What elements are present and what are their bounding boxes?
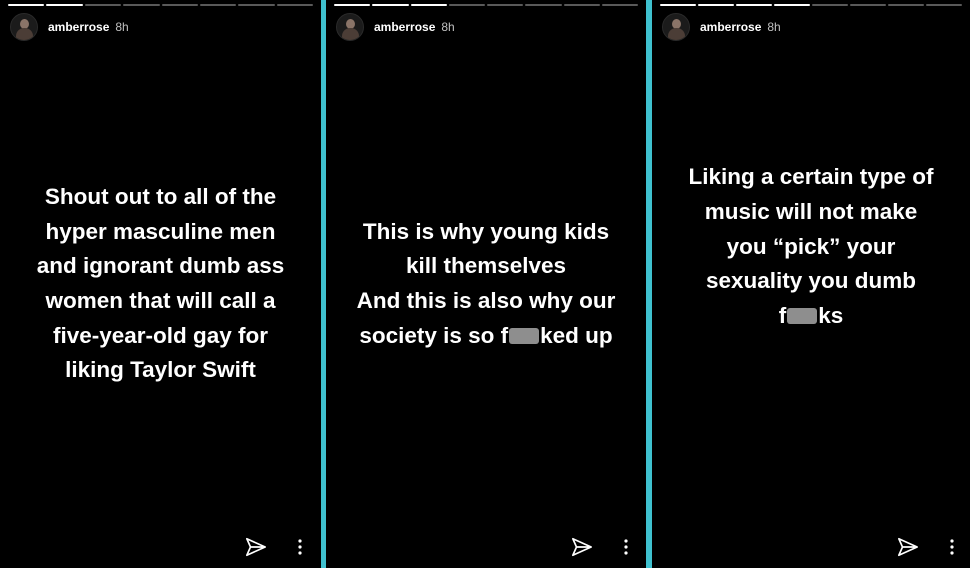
text-line: And this is also why our bbox=[356, 288, 616, 313]
text-line: f ks bbox=[778, 303, 844, 329]
censor-blur bbox=[509, 327, 540, 344]
text-line: women that will call a bbox=[45, 288, 276, 313]
text-line: music will not make bbox=[704, 198, 918, 224]
text-line: Shout out to all of the bbox=[44, 183, 277, 209]
text-line: liking Taylor Swift bbox=[65, 357, 256, 383]
text-line: Liking a certain type of bbox=[688, 164, 934, 190]
story-content: Liking a certain type of music will not … bbox=[652, 0, 970, 568]
text-line: you “pick” your bbox=[726, 233, 896, 259]
text-line: and ignorant dumb ass bbox=[36, 253, 285, 279]
censor-blur bbox=[787, 308, 818, 325]
story-panel-1[interactable]: amberrose 8h Shout out to all of the hyp… bbox=[0, 0, 321, 568]
more-options-icon[interactable] bbox=[949, 539, 955, 555]
text-line: kill themselves bbox=[405, 253, 567, 279]
send-icon[interactable] bbox=[897, 536, 919, 558]
story-text: Liking a certain type of music will not … bbox=[688, 160, 933, 334]
story-text: This is why young kids kill themselves A… bbox=[357, 215, 616, 354]
more-options-icon[interactable] bbox=[297, 539, 303, 555]
text-line: society is so f ked up bbox=[359, 322, 613, 348]
text-line: five-year-old gay for bbox=[52, 322, 269, 348]
send-icon[interactable] bbox=[571, 536, 593, 558]
story-text: Shout out to all of the hyper masculine … bbox=[37, 180, 285, 388]
send-icon[interactable] bbox=[245, 536, 267, 558]
text-line: hyper masculine men bbox=[45, 218, 276, 244]
story-content: Shout out to all of the hyper masculine … bbox=[0, 0, 321, 568]
story-panel-3[interactable]: amberrose 8h Liking a certain type of mu… bbox=[652, 0, 970, 568]
story-panel-2[interactable]: amberrose 8h This is why young kids kill… bbox=[326, 0, 646, 568]
more-options-icon[interactable] bbox=[623, 539, 629, 555]
text-line: sexuality you dumb bbox=[705, 268, 917, 294]
story-content: This is why young kids kill themselves A… bbox=[326, 0, 646, 568]
text-line: This is why young kids bbox=[362, 218, 610, 244]
